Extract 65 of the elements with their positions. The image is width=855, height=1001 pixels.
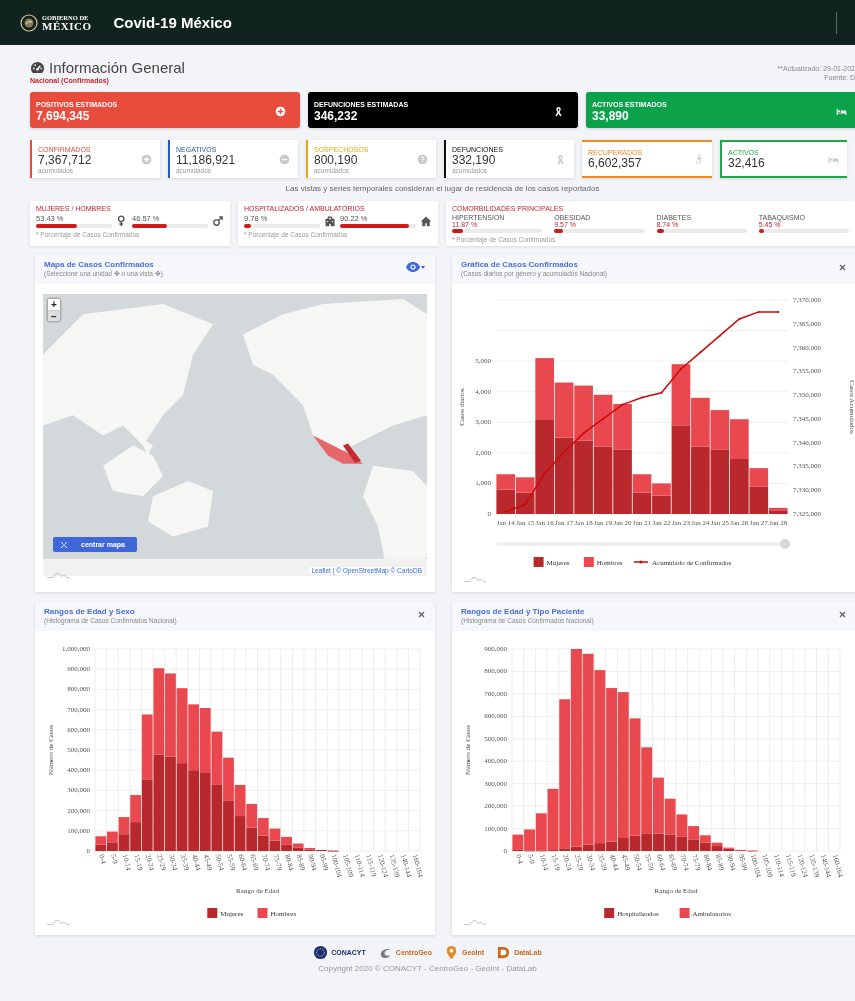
chart-bar [199, 708, 211, 773]
mountain-icon [464, 918, 486, 925]
panel-title: Gráfica de Casos Confirmados [461, 260, 579, 269]
legend-swatch [679, 908, 690, 918]
app-title: Covid-19 México [113, 14, 233, 31]
info-note: Las vistas y series temporales consideran el lugar de residencia de los casos reportados [284, 183, 601, 195]
eye-icon [406, 262, 420, 272]
chart-bar [574, 385, 593, 441]
card-value: 332,190 [452, 152, 497, 167]
house-icon [420, 215, 432, 227]
logo-wordmark: MÉXICO [42, 20, 92, 32]
female-icon [116, 215, 128, 227]
dashboard-icon [30, 61, 45, 74]
mountain-icon [47, 571, 69, 578]
legend-swatch [533, 557, 544, 567]
card-value: 7,367,712 [38, 152, 92, 167]
close-icon [839, 264, 846, 271]
mountain-icon [464, 575, 486, 582]
question-icon [417, 154, 428, 165]
card-value: 346,232 [314, 108, 359, 123]
card-value: 33,890 [592, 108, 630, 123]
legend-swatch [604, 908, 615, 918]
card-value: 32,416 [728, 156, 765, 170]
zoom-out-button[interactable]: − [48, 310, 60, 321]
pin-logo-icon [444, 945, 459, 960]
chart-bar [95, 836, 107, 845]
minus-icon [279, 154, 290, 165]
panel-title: Mapa de Casos Confirmados [44, 260, 155, 269]
caret-icon [421, 265, 425, 269]
card-value: 11,186,921 [176, 152, 236, 167]
hospital-icon [324, 215, 336, 227]
conacyt-logo-icon [313, 945, 329, 960]
chart-bar [593, 394, 613, 447]
page-title: Información General [49, 59, 185, 76]
plus-icon [275, 106, 286, 117]
mountain-icon [47, 918, 69, 925]
close-icon [418, 611, 425, 618]
collapse-icon [61, 541, 67, 548]
card-value: 6,602,357 [588, 156, 643, 170]
ribbon-icon [553, 106, 564, 117]
legend-swatch [583, 557, 594, 567]
close-button[interactable] [839, 611, 846, 618]
chart-bar [188, 704, 200, 771]
close-button[interactable] [839, 264, 846, 271]
view-menu-button[interactable] [406, 262, 425, 272]
zoom-in-button[interactable]: + [48, 299, 60, 310]
panel-title: Rangos de Edad y Sexo [44, 607, 136, 616]
chart-bar [257, 818, 269, 836]
legend-line-icon [633, 560, 649, 564]
legend-swatch [257, 908, 268, 918]
male-icon [212, 215, 224, 227]
card-value: 7,694,345 [36, 108, 91, 123]
emblem-icon [20, 13, 38, 32]
bed-icon [828, 154, 839, 165]
copyright-text: Copyright 2020 © CONACYT - CentroGeo - GeoInt - DataLab [318, 964, 537, 973]
close-button[interactable] [418, 611, 425, 618]
plus-icon [141, 154, 152, 165]
close-icon [839, 611, 846, 618]
legend-swatch [207, 908, 218, 918]
walker-icon [693, 154, 704, 165]
letter-logo-icon [496, 945, 512, 960]
panel-title: Rangos de Edad y Tipo Paciente [461, 607, 586, 616]
chart-bar [246, 803, 258, 828]
card-value: 800,190 [314, 152, 359, 167]
ribbon-icon [555, 154, 566, 165]
